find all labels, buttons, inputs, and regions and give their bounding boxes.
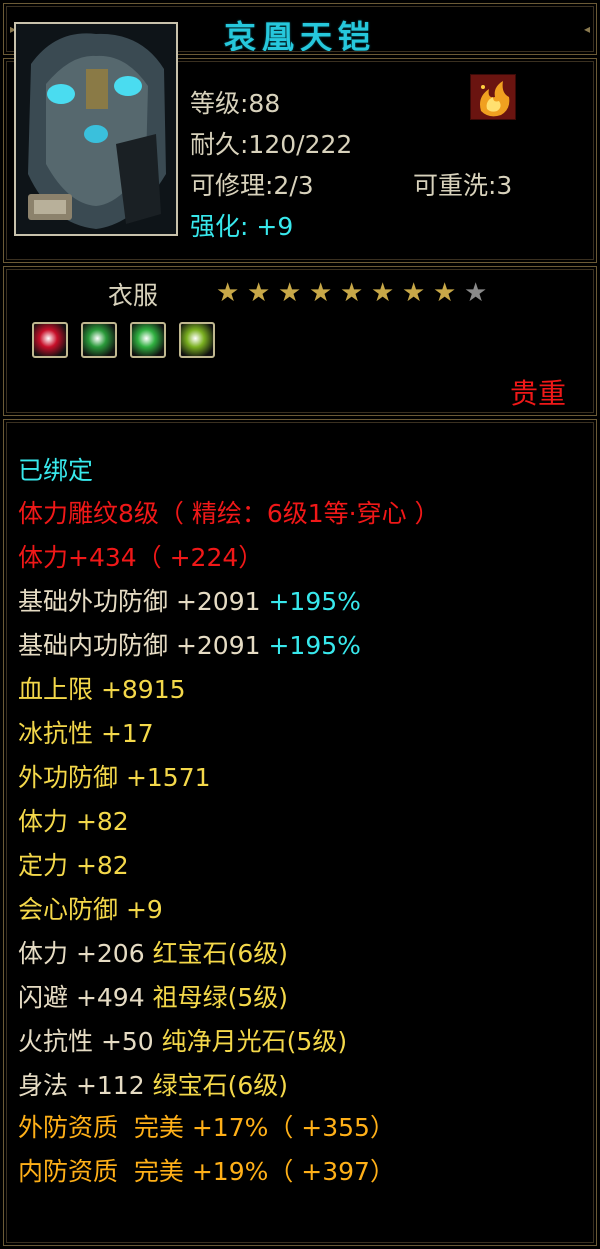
item-level: 等级:88 [190,89,281,118]
item-rewash-count: 可重洗:3 [413,171,513,200]
gem-stat-1-value: 体力 +206 [18,939,145,968]
gem-stat-2-value: 闪避 +494 [18,983,145,1012]
stat-hp-cap: 血上限 +8915 [18,675,186,704]
stat-base-int-def-pct: +195% [268,631,361,660]
corner-ornament-right: ◂ [583,22,590,36]
item-repair-count: 可修理:2/3 [190,171,314,200]
star-filled-icon: ★ [402,278,426,308]
rarity-label: 贵重 [509,377,566,410]
gem-stat-1-name: 红宝石(6级) [152,939,288,968]
green-gem-icon[interactable] [81,322,117,358]
star-filled-icon: ★ [340,278,364,308]
enhance-value: +9 [256,212,294,241]
flame-badge-icon[interactable] [470,74,516,120]
stat-int-quality: 内防资质 完美 +19%（ +397） [18,1157,395,1186]
armor-item-icon[interactable] [14,22,178,236]
gem-stat-3-name: 纯净月光石(5级) [161,1027,348,1056]
star-filled-icon: ★ [371,278,395,308]
stat-ice-res: 冰抗性 +17 [18,719,154,748]
item-durability: 耐久:120/222 [190,130,353,159]
item-type: 衣服 [108,281,159,310]
star-filled-icon: ★ [309,278,333,308]
gem-stat-2: 闪避 +494 祖母绿(5级) [18,978,288,1014]
gold-green-gem-icon[interactable] [179,322,215,358]
star-filled-icon: ★ [433,278,457,308]
green-crescent-gem-icon[interactable] [130,322,166,358]
gem-stat-4: 身法 +112 绿宝石(6级) [18,1066,288,1102]
item-enhance: 强化: +9 [190,207,293,243]
stat-stamina: 体力 +82 [18,807,129,836]
stat-base-ext-def-value: 基础外功防御 +2091 [18,587,261,616]
red-gem-icon[interactable] [32,322,68,358]
stat-ext-def: 外功防御 +1571 [18,763,211,792]
star-filled-icon: ★ [278,278,302,308]
stat-engrave: 体力雕纹8级（ 精绘：6级1等·穿心 ） [18,499,440,528]
stat-base-ext-def: 基础外功防御 +2091 +195% [18,582,361,618]
star-filled-icon: ★ [216,278,240,308]
stat-focus: 定力 +82 [18,851,129,880]
armor-icon [16,24,176,234]
gem-stat-3: 火抗性 +50 纯净月光石(5级) [18,1022,347,1058]
stat-base-int-def-value: 基础内功防御 +2091 [18,631,261,660]
star-empty-icon: ★ [464,278,488,308]
star-filled-icon: ★ [247,278,271,308]
gem-stat-4-value: 身法 +112 [18,1071,145,1100]
gem-stat-4-name: 绿宝石(6级) [152,1071,288,1100]
bound-status: 已绑定 [18,456,94,485]
stat-ext-quality: 外防资质 完美 +17%（ +355） [18,1113,395,1142]
stat-stamina-bonus: 体力+434（ +224） [18,543,264,572]
gem-stat-3-value: 火抗性 +50 [18,1027,154,1056]
stat-base-ext-def-pct: +195% [268,587,361,616]
stat-base-int-def: 基础内功防御 +2091 +195% [18,626,361,662]
gem-stat-1: 体力 +206 红宝石(6级) [18,934,288,970]
enhance-label: 强化: [190,212,249,241]
stat-crit-def: 会心防御 +9 [18,895,163,924]
gem-stat-2-name: 祖母绿(5级) [152,983,288,1012]
